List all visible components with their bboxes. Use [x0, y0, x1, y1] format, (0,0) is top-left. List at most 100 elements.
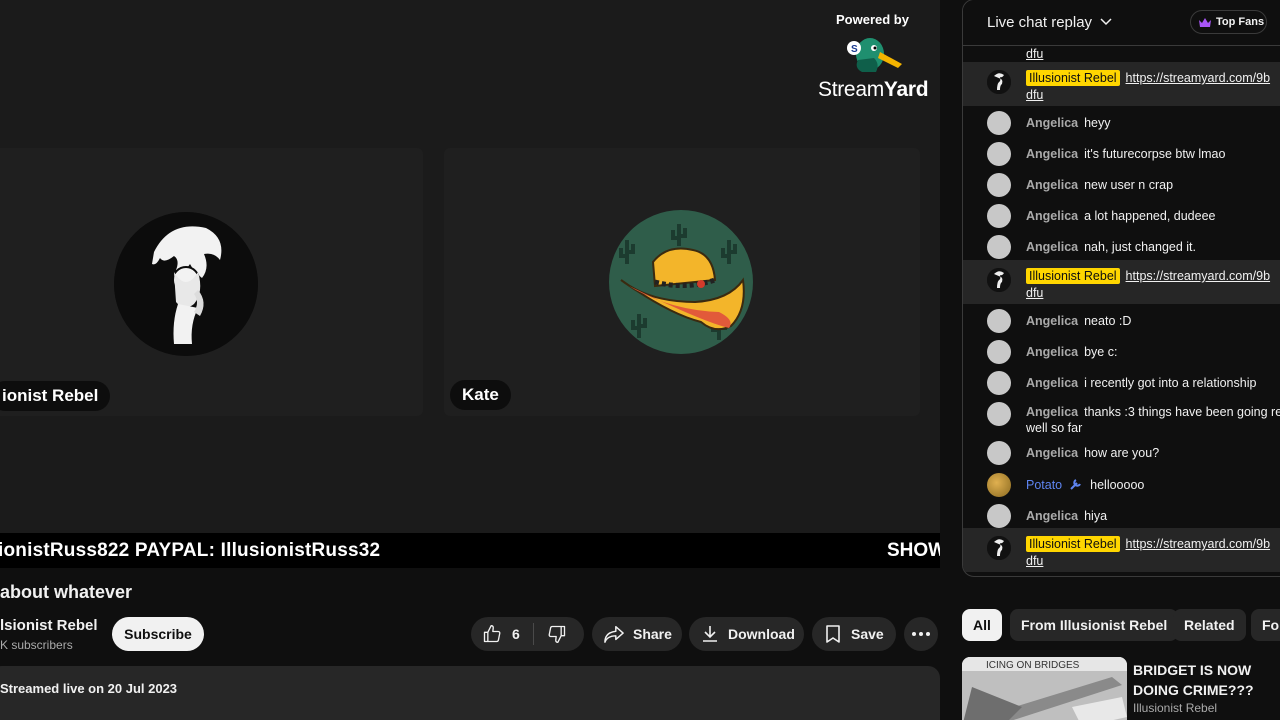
chat-text: it's futurecorpse btw lmao: [1084, 147, 1226, 161]
chat-author[interactable]: Angelica: [1026, 209, 1078, 223]
thumbnail-image: ICING ON BRIDGES: [962, 657, 1127, 720]
chat-text: a lot happened, dudeee: [1084, 209, 1216, 223]
chat-author-moderator[interactable]: Potato: [1026, 478, 1062, 492]
chat-link-cont[interactable]: dfu: [1026, 554, 1043, 568]
filter-chip-related[interactable]: Related: [1173, 609, 1246, 641]
channel-name[interactable]: lsionist Rebel: [0, 617, 98, 634]
angelica-avatar: [987, 111, 1011, 135]
chat-author[interactable]: Angelica: [1026, 178, 1078, 192]
dislike-button[interactable]: [534, 624, 567, 644]
download-label: Download: [728, 626, 795, 642]
download-button[interactable]: Download: [689, 617, 804, 651]
more-dots-icon: [912, 632, 930, 636]
host-silhouette-icon: [987, 268, 1011, 292]
chat-author[interactable]: Angelica: [1026, 509, 1078, 523]
subscriber-count: K subscribers: [0, 638, 73, 652]
chat-author[interactable]: Angelica: [1026, 116, 1078, 130]
chat-message: Angelica a lot happened, dudeee: [963, 204, 1280, 228]
angelica-avatar: [987, 504, 1011, 528]
chat-link[interactable]: https://streamyard.com/9b: [1126, 537, 1271, 551]
angelica-avatar: [987, 402, 1011, 426]
chat-link[interactable]: https://streamyard.com/9b: [1126, 269, 1271, 283]
owner-avatar: [987, 70, 1011, 94]
top-fans-label: Top Fans: [1216, 16, 1265, 28]
chat-author-owner[interactable]: Illusionist Rebel: [1026, 268, 1120, 284]
host-silhouette-icon: [987, 70, 1011, 94]
participant-tile-guest: Kate: [444, 148, 920, 416]
powered-by-label: Powered by: [836, 12, 909, 27]
ticker-bar: ionistRuss822 PAYPAL: IllusionistRuss32 …: [0, 533, 940, 568]
chat-author[interactable]: Angelica: [1026, 314, 1078, 328]
thumbs-down-icon: [548, 625, 566, 643]
chat-link-cont[interactable]: dfu: [1026, 88, 1043, 102]
chat-author-owner[interactable]: Illusionist Rebel: [1026, 70, 1120, 86]
chat-text: heyy: [1084, 116, 1111, 130]
owner-avatar: [987, 536, 1011, 560]
stream-date: Streamed live on 20 Jul 2023: [0, 681, 178, 696]
like-count: 6: [512, 626, 520, 642]
chat-message: Angelica nah, just changed it.: [963, 235, 1280, 259]
recommendation-thumbnail[interactable]: ICING ON BRIDGES: [962, 657, 1127, 720]
chevron-down-icon[interactable]: [1099, 15, 1113, 29]
subscribe-button[interactable]: Subscribe: [112, 617, 204, 651]
chat-mode-selector[interactable]: Live chat replay: [987, 14, 1092, 31]
more-actions-button[interactable]: [904, 617, 938, 651]
filter-chip-from-channel[interactable]: From Illusionist Rebel: [1010, 609, 1179, 641]
angelica-avatar: [987, 142, 1011, 166]
chat-message: Angelica neato :D: [963, 309, 1280, 333]
like-button[interactable]: 6: [471, 624, 533, 644]
chat-message: Angelica thanks :3 things have been going…: [963, 402, 1280, 438]
chat-message: Illusionist Rebel https://streamyard.com/…: [963, 528, 1280, 572]
share-button[interactable]: Share: [592, 617, 682, 651]
like-dislike-group: 6: [471, 617, 584, 651]
save-label: Save: [851, 626, 884, 642]
host-silhouette-icon: [987, 536, 1011, 560]
chat-message: Illusionist Rebel https://streamyard.com/…: [963, 260, 1280, 304]
chat-link-cont[interactable]: dfu: [1026, 286, 1043, 300]
top-fans-button[interactable]: Top Fans: [1190, 10, 1267, 34]
angelica-avatar: [987, 340, 1011, 364]
angelica-avatar: [987, 441, 1011, 465]
participant-name-host: ionist Rebel: [0, 381, 111, 411]
filter-chip-all[interactable]: All: [962, 609, 1002, 641]
crown-icon: [1199, 17, 1211, 27]
svg-text:S: S: [851, 44, 858, 55]
wrench-icon: [1070, 479, 1082, 490]
chat-text: neato :D: [1084, 314, 1132, 328]
chat-text-cont: well so far: [1026, 421, 1083, 435]
bookmark-icon: [826, 625, 840, 643]
chat-author[interactable]: Angelica: [1026, 345, 1078, 359]
chat-author[interactable]: Angelica: [1026, 240, 1078, 254]
chat-message: Angelica heyy: [963, 111, 1280, 135]
save-button[interactable]: Save: [812, 617, 896, 651]
filter-chip-for[interactable]: For: [1251, 609, 1280, 641]
angelica-avatar: [987, 173, 1011, 197]
video-player[interactable]: Powered by S StreamYard ionist Rebel Kat…: [0, 0, 940, 568]
chat-link[interactable]: https://streamyard.com/9b: [1126, 71, 1271, 85]
download-icon: [703, 626, 717, 642]
recommendation-title[interactable]: BRIDGET IS NOW DOING CRIME???: [1133, 660, 1280, 700]
host-avatar: [114, 212, 258, 356]
chat-author[interactable]: Angelica: [1026, 446, 1078, 460]
recommendation-channel[interactable]: Illusionist Rebel: [1133, 701, 1217, 715]
chat-text: thanks :3 things have been going re: [1084, 405, 1280, 419]
angelica-avatar: [987, 235, 1011, 259]
chat-header: Live chat replay Top Fans: [963, 0, 1280, 46]
chat-text: i recently got into a relationship: [1084, 376, 1257, 390]
participant-name-guest: Kate: [450, 380, 511, 410]
share-label: Share: [633, 626, 672, 642]
host-silhouette-icon: [114, 212, 258, 356]
chat-author[interactable]: Angelica: [1026, 376, 1078, 390]
cowboy-hat-icon: [609, 210, 753, 354]
chat-message: Angelica bye c:: [963, 340, 1280, 364]
ticker-right-text: SHOW: [887, 540, 940, 561]
chat-text: hellooooo: [1090, 478, 1145, 492]
chat-author[interactable]: Angelica: [1026, 405, 1078, 419]
chat-author-owner[interactable]: Illusionist Rebel: [1026, 536, 1120, 552]
chat-message: Angelica how are you?: [963, 441, 1280, 465]
guest-avatar: [609, 210, 753, 354]
chat-message: Angelica i recently got into a relationsh…: [963, 371, 1280, 395]
streamyard-logo-text: StreamYard: [818, 78, 929, 101]
chat-author[interactable]: Angelica: [1026, 147, 1078, 161]
chat-text: bye c:: [1084, 345, 1118, 359]
